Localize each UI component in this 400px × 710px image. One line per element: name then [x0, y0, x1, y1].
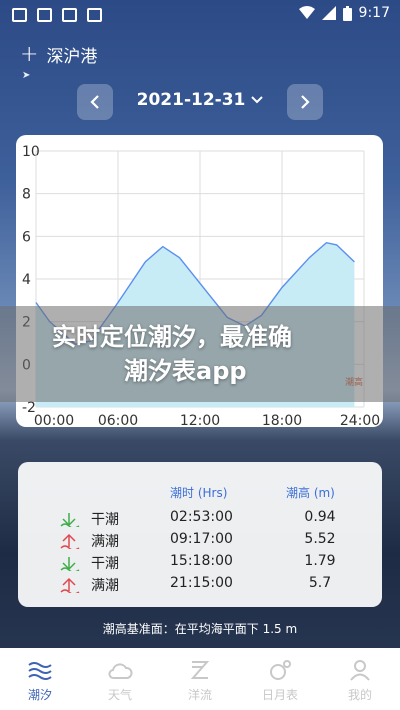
- tide-height: 5.7: [308, 575, 332, 591]
- tab-weather[interactable]: 天气: [80, 648, 160, 710]
- cloud-icon: [108, 663, 133, 679]
- banner-line-2: 潮汐表app: [124, 357, 247, 385]
- low-tide-icon: [60, 557, 80, 571]
- next-day-button[interactable]: [287, 84, 323, 120]
- add-location-icon[interactable]: +: [20, 43, 38, 66]
- tab-current[interactable]: 洋流: [160, 648, 240, 710]
- location-selector[interactable]: + 深沪港: [20, 42, 97, 67]
- signal-icon: [321, 6, 336, 20]
- prev-day-button[interactable]: [77, 84, 113, 120]
- tide-type: 满潮: [91, 578, 119, 594]
- tide-time: 15:18:00: [170, 553, 233, 569]
- column-header-time: 潮时 (Hrs): [170, 486, 228, 500]
- status-bar: 9:17: [0, 0, 400, 30]
- notification-icon: [12, 8, 27, 22]
- tab-label: 潮汐: [27, 688, 52, 702]
- battery-icon: [342, 5, 352, 21]
- table-row: 干潮 02:53:00 0.94: [18, 509, 382, 531]
- notification-icon: [37, 8, 52, 22]
- current-date: 2021-12-31: [136, 90, 246, 110]
- high-tide-icon: [60, 533, 80, 549]
- x-tick-label: 18:00: [262, 413, 302, 427]
- banner-line-1: 实时定位潮汐，最准确: [52, 323, 292, 351]
- profile-icon: [350, 660, 370, 681]
- current-icon: [190, 661, 210, 679]
- wifi-icon: [298, 6, 315, 19]
- promo-banner: 实时定位潮汐，最准确 潮汐表app: [0, 306, 400, 402]
- notification-icon: [87, 8, 102, 22]
- tide-type: 干潮: [91, 512, 119, 528]
- datum-note: 潮高基准面：在平均海平面下 1.5 m: [102, 622, 298, 636]
- tide-time: 09:17:00: [170, 531, 233, 547]
- sun-moon-icon: [270, 660, 291, 680]
- table-row: 满潮 21:15:00 5.7: [18, 575, 382, 597]
- low-tide-icon: [60, 513, 80, 527]
- clock: 9:17: [358, 5, 390, 21]
- y-tick-label: 8: [22, 187, 31, 203]
- location-arrow-icon: ➤: [22, 70, 31, 81]
- tab-tide[interactable]: 潮汐: [0, 648, 80, 710]
- table-row: 满潮 09:17:00 5.52: [18, 531, 382, 553]
- tide-height: 0.94: [304, 509, 336, 525]
- bottom-nav: 潮汐 天气 洋流 日月表 我的: [0, 648, 400, 710]
- tab-label: 日月表: [261, 688, 298, 702]
- column-header-height: 潮高 (m): [286, 486, 335, 500]
- tide-type: 干潮: [91, 556, 119, 572]
- tide-time: 02:53:00: [170, 509, 233, 525]
- tab-label: 洋流: [187, 688, 212, 702]
- tide-height: 5.52: [304, 531, 336, 547]
- waves-icon: [28, 662, 52, 680]
- tide-height: 1.79: [304, 553, 336, 569]
- tab-profile[interactable]: 我的: [320, 648, 400, 710]
- tab-label: 天气: [107, 688, 132, 702]
- x-tick-label: 06:00: [98, 413, 138, 427]
- tide-type: 满潮: [91, 534, 119, 550]
- tide-time: 21:15:00: [170, 575, 233, 591]
- chevron-right-icon: [301, 95, 310, 109]
- x-tick-label: 24:00: [340, 413, 380, 427]
- chevron-down-icon: [251, 96, 264, 104]
- tab-label: 我的: [347, 688, 372, 702]
- location-name: 深沪港: [46, 47, 98, 67]
- tab-sun-moon[interactable]: 日月表: [240, 648, 320, 710]
- notification-icon: [62, 8, 77, 22]
- table-row: 干潮 15:18:00 1.79: [18, 553, 382, 575]
- tide-table: 潮时 (Hrs) 潮高 (m) 干潮 02:53:00 0.94 满潮 09:17:00…: [18, 462, 382, 607]
- high-tide-icon: [60, 577, 80, 593]
- chevron-left-icon: [90, 95, 99, 109]
- y-tick-label: 6: [22, 229, 31, 245]
- x-tick-label: 12:00: [180, 413, 220, 427]
- date-picker[interactable]: 2021-12-31: [130, 90, 270, 110]
- y-tick-label: 4: [22, 272, 31, 288]
- y-tick-label: 10: [22, 144, 40, 160]
- x-tick-label: 00:00: [34, 413, 74, 427]
